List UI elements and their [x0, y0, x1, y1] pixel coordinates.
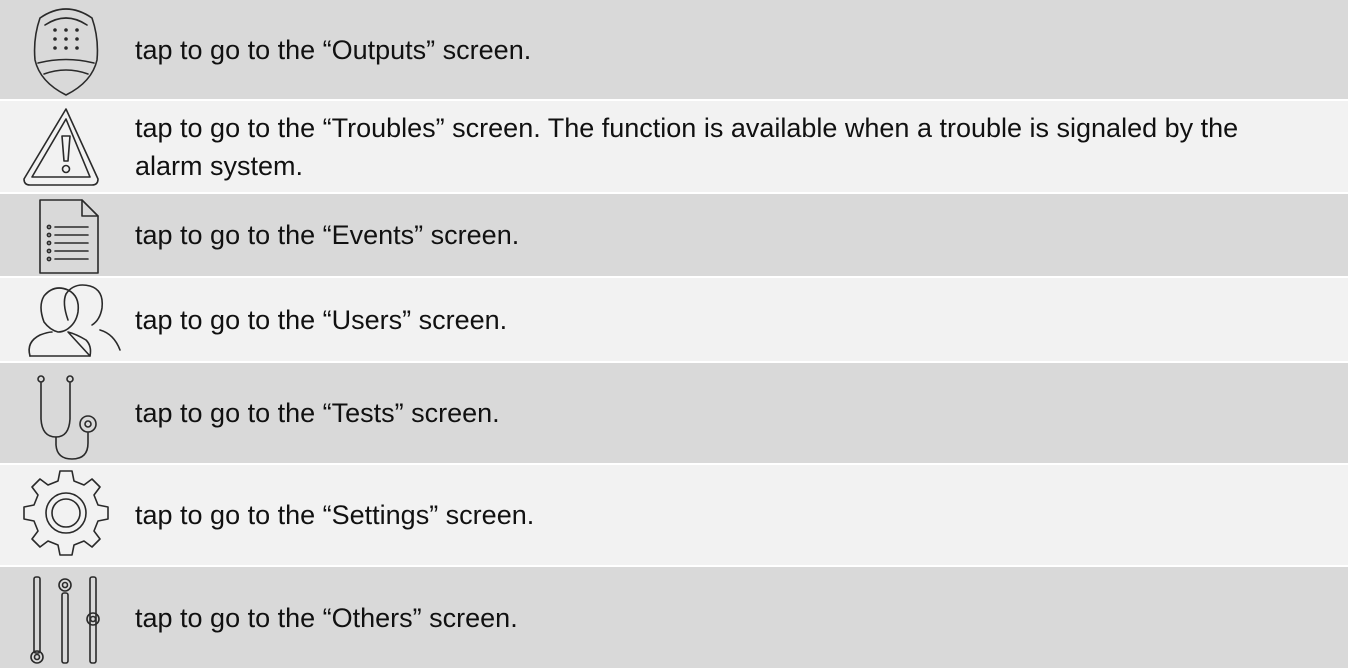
- row-description: tap to go to the “Settings” screen.: [135, 500, 535, 530]
- row-description: tap to go to the “Events” screen.: [135, 220, 520, 250]
- icon-cell: [0, 465, 135, 565]
- icon-cell: [0, 194, 135, 276]
- icon-cell: [0, 278, 135, 361]
- row-description: tap to go to the “Tests” screen.: [135, 398, 500, 428]
- warning-icon: [23, 108, 99, 186]
- table-row-outputs: tap to go to the “Outputs” screen.: [0, 0, 1348, 99]
- table-row-others: tap to go to the “Others” screen.: [0, 567, 1348, 668]
- table-row-troubles: tap to go to the “Troubles” screen. The …: [0, 101, 1348, 192]
- users-icon: [28, 284, 121, 357]
- table-row-events: tap to go to the “Events” screen.: [0, 194, 1348, 276]
- gear-icon: [23, 470, 109, 556]
- icon-cell: [0, 0, 135, 99]
- keypad-icon: [33, 8, 99, 96]
- document-list-icon: [39, 199, 99, 274]
- icon-cell: [0, 363, 135, 463]
- table-row-settings: tap to go to the “Settings” screen.: [0, 465, 1348, 565]
- row-description: tap to go to the “Troubles” screen. The …: [135, 112, 1239, 181]
- table-row-users: tap to go to the “Users” screen.: [0, 278, 1348, 361]
- row-description: tap to go to the “Outputs” screen.: [135, 34, 532, 65]
- icon-cell: [0, 567, 135, 668]
- stethoscope-icon: [37, 375, 97, 460]
- row-description: tap to go to the “Users” screen.: [135, 304, 508, 335]
- icon-description-table: tap to go to the “Outputs” screen. tap t…: [0, 0, 1348, 668]
- sliders-icon: [30, 576, 100, 664]
- icon-cell: [0, 101, 135, 192]
- table-row-tests: tap to go to the “Tests” screen.: [0, 363, 1348, 463]
- row-description: tap to go to the “Others” screen.: [135, 602, 518, 633]
